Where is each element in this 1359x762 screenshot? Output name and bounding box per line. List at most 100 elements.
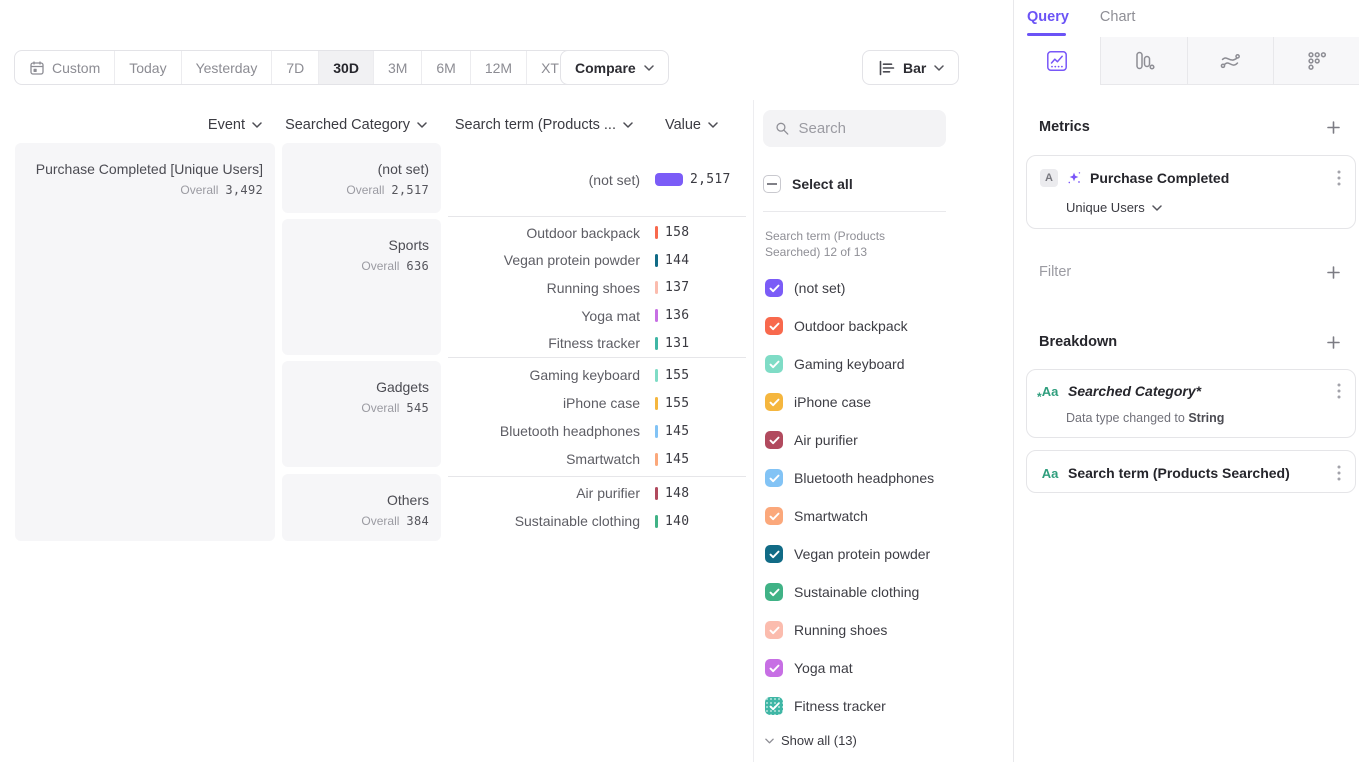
legend-item--not-set-[interactable]: (not set) [765,279,948,297]
legend-checkbox[interactable] [765,431,783,449]
date-range-30d[interactable]: 30D [319,51,374,84]
breakdown-note: Data type changed to String [1066,411,1224,425]
value-bar[interactable] [655,369,658,382]
date-range-7d[interactable]: 7D [272,51,319,84]
term-row[interactable]: Outdoor backpack158 [448,219,746,247]
string-property-icon: Aa* [1040,384,1060,399]
tab-flows-report[interactable] [1187,37,1274,85]
metric-card[interactable]: A Purchase Completed Unique Users [1026,155,1356,229]
category-cell[interactable]: OthersOverall384 [282,474,441,541]
value-bar[interactable] [655,254,658,267]
event-cell[interactable]: Purchase Completed [Unique Users] Overal… [15,143,275,541]
tab-retention-report[interactable] [1273,37,1359,85]
date-range-custom[interactable]: Custom [15,51,115,84]
compare-button[interactable]: Compare [560,50,669,85]
chart-type-dropdown[interactable]: Bar [862,50,959,85]
measurement-dropdown[interactable]: Unique Users [1066,200,1162,215]
legend-checkbox[interactable] [765,317,783,335]
search-input[interactable] [798,120,934,137]
kebab-menu-icon[interactable] [1335,463,1343,483]
add-metric-button[interactable] [1326,120,1341,135]
value-bar[interactable] [655,226,658,239]
date-range-today[interactable]: Today [115,51,181,84]
tab-chart[interactable]: Chart [1100,9,1135,25]
tab-funnels-report[interactable] [1100,37,1187,85]
overall-value: 2,517 [391,183,429,197]
term-row[interactable]: iPhone case155 [448,389,746,417]
legend-checkbox[interactable] [765,545,783,563]
term-row[interactable]: (not set)2,517 [448,166,746,194]
value-bar[interactable] [655,487,658,500]
column-header-search-term[interactable]: Search term (Products ... [448,117,633,133]
active-tab-underline [1027,33,1066,36]
legend-checkbox[interactable] [765,621,783,639]
legend-item-air-purifier[interactable]: Air purifier [765,431,948,449]
value-bar[interactable] [655,173,683,186]
term-row[interactable]: Bluetooth headphones145 [448,417,746,445]
query-builder-panel: Query Chart Metrics A Purchase Completed [1013,0,1359,762]
legend-item-gaming-keyboard[interactable]: Gaming keyboard [765,355,948,373]
term-row[interactable]: Sustainable clothing140 [448,507,746,535]
term-row[interactable]: Fitness tracker131 [448,329,746,357]
column-header-event[interactable]: Event [15,117,262,133]
value-bar[interactable] [655,397,658,410]
value-bar[interactable] [655,515,658,528]
value-bar[interactable] [655,453,658,466]
legend-checkbox[interactable] [765,659,783,677]
term-row[interactable]: Yoga mat136 [448,302,746,330]
select-all-row[interactable]: Select all [763,175,853,193]
term-label: Vegan protein powder [448,252,640,268]
kebab-menu-icon[interactable] [1335,168,1343,188]
add-filter-button[interactable] [1326,265,1341,280]
select-all-checkbox[interactable] [763,175,781,193]
term-row[interactable]: Gaming keyboard155 [448,361,746,389]
legend-checkbox[interactable] [765,507,783,525]
legend-checkbox[interactable] [765,355,783,373]
breakdown-card-searched-category[interactable]: Aa* Searched Category* Data type changed… [1026,369,1356,438]
column-header-searched-category[interactable]: Searched Category [282,117,427,133]
legend-item-sustainable-clothing[interactable]: Sustainable clothing [765,583,948,601]
legend-checkbox[interactable] [765,279,783,297]
add-breakdown-button[interactable] [1326,335,1341,350]
column-header-value[interactable]: Value [640,117,718,133]
legend-checkbox[interactable] [765,393,783,411]
term-row[interactable]: Vegan protein powder144 [448,247,746,275]
tab-insights-report[interactable] [1014,37,1100,85]
legend-checkbox[interactable] [765,583,783,601]
value-bar[interactable] [655,425,658,438]
legend-item-yoga-mat[interactable]: Yoga mat [765,659,948,677]
date-range-selector[interactable]: CustomTodayYesterday7D30D3M6M12MXTD [14,50,601,85]
value-number: 140 [665,514,689,529]
value-bar[interactable] [655,337,658,350]
value-bar[interactable] [655,309,658,322]
legend-checkbox[interactable] [765,469,783,487]
category-cell[interactable]: GadgetsOverall545 [282,361,441,467]
category-cell[interactable]: SportsOverall636 [282,219,441,355]
legend-item-smartwatch[interactable]: Smartwatch [765,507,948,525]
term-row[interactable]: Running shoes137 [448,274,746,302]
term-row[interactable]: Air purifier148 [448,479,746,507]
date-range-yesterday[interactable]: Yesterday [182,51,273,84]
legend-item-running-shoes[interactable]: Running shoes [765,621,948,639]
date-range-6m[interactable]: 6M [422,51,470,84]
legend-search-box[interactable] [763,110,946,147]
chevron-down-icon [623,122,633,128]
breakdown-card-search-term[interactable]: Aa Search term (Products Searched) [1026,450,1356,493]
kebab-menu-icon[interactable] [1335,381,1343,401]
show-all-button[interactable]: Show all (13) [765,733,857,748]
tab-query[interactable]: Query [1027,9,1069,25]
legend-item-vegan-protein-powder[interactable]: Vegan protein powder [765,545,948,563]
term-row[interactable]: Smartwatch145 [448,445,746,473]
legend-item-outdoor-backpack[interactable]: Outdoor backpack [765,317,948,335]
legend-item-bluetooth-headphones[interactable]: Bluetooth headphones [765,469,948,487]
category-cell[interactable]: (not set)Overall2,517 [282,143,441,213]
check-icon [769,360,780,369]
legend-item-fitness-tracker[interactable]: Fitness tracker [765,697,948,715]
date-range-12m[interactable]: 12M [471,51,527,84]
value-bar[interactable] [655,281,658,294]
string-property-icon: Aa [1040,466,1060,481]
term-label: Gaming keyboard [448,367,640,383]
legend-checkbox[interactable] [765,697,783,715]
legend-item-iphone-case[interactable]: iPhone case [765,393,948,411]
date-range-3m[interactable]: 3M [374,51,422,84]
